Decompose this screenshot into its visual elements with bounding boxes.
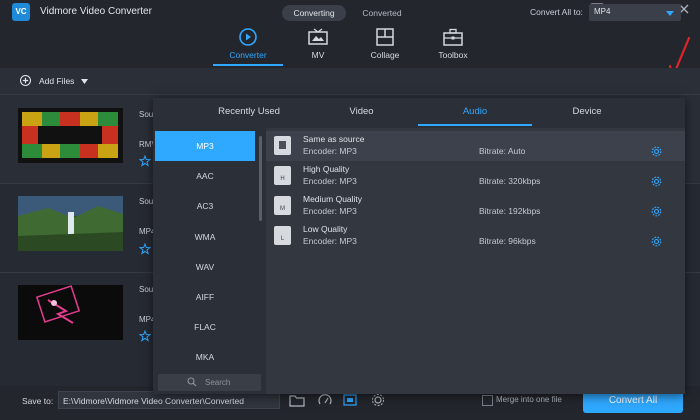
converter-icon — [239, 28, 257, 46]
option-encoder: Encoder: MP3 — [303, 176, 357, 186]
option-bitrate: Bitrate: 320kbps — [479, 176, 541, 186]
search-icon — [187, 377, 197, 387]
tab-video[interactable]: Video — [305, 106, 418, 122]
tab-label: Collage — [370, 50, 400, 60]
plus-icon — [20, 75, 31, 86]
gear-icon[interactable] — [651, 236, 662, 247]
format-item-flac[interactable]: FLAC — [155, 312, 255, 342]
audio-file-icon: M — [274, 196, 291, 215]
enhance-icon[interactable] — [139, 155, 151, 167]
quality-badge: H — [280, 176, 285, 182]
quality-badge: L — [280, 236, 285, 242]
format-item-wav[interactable]: WAV — [155, 252, 255, 282]
tab-label: Toolbox — [438, 50, 468, 60]
format-item-aiff[interactable]: AIFF — [155, 282, 255, 312]
option-name: Same as source — [303, 134, 365, 144]
output-format-value: MP4 — [594, 7, 611, 16]
enhance-icon[interactable] — [139, 243, 151, 255]
format-item-ac3[interactable]: AC3 — [155, 191, 255, 221]
dropdown-arrow-icon[interactable] — [81, 79, 88, 84]
gear-icon[interactable] — [651, 176, 662, 187]
toolbar — [0, 68, 700, 95]
enhance-icon[interactable] — [139, 330, 151, 342]
gear-icon[interactable] — [651, 206, 662, 217]
option-bitrate: Bitrate: 192kbps — [479, 206, 541, 216]
app-logo: VC — [12, 3, 30, 21]
tab-converter[interactable]: Converter — [213, 26, 283, 68]
segment-converting[interactable]: Converting — [282, 5, 346, 21]
hardware-accel-icon[interactable] — [342, 393, 358, 407]
panel-tab-indicator — [418, 124, 532, 126]
add-files-button[interactable]: Add Files — [20, 73, 90, 89]
option-encoder: Encoder: MP3 — [303, 236, 357, 246]
merge-checkbox[interactable] — [482, 395, 493, 406]
file-name: Sou — [139, 197, 154, 206]
format-item-mka[interactable]: MKA — [155, 342, 255, 372]
option-name: Medium Quality — [303, 194, 363, 204]
chevron-down-icon[interactable] — [666, 11, 674, 16]
option-bitrate: Bitrate: 96kbps — [479, 236, 536, 246]
video-thumbnail — [18, 108, 123, 163]
audio-file-icon: L — [274, 226, 291, 245]
search-placeholder: Search — [205, 378, 231, 387]
tab-mv[interactable]: MV — [283, 26, 353, 68]
convert-all-label: Convert All to: — [530, 7, 583, 17]
tab-label: Converter — [229, 50, 267, 60]
toolbox-icon — [443, 28, 463, 46]
option-encoder: Encoder: MP3 — [303, 146, 357, 156]
format-item-mp3[interactable]: MP3 — [155, 131, 255, 161]
tab-label: MV — [311, 50, 325, 60]
video-thumbnail — [18, 285, 123, 340]
active-tab-indicator — [213, 64, 283, 66]
app-title: Vidmore Video Converter — [40, 6, 152, 17]
option-name: High Quality — [303, 164, 350, 174]
file-name: Sou — [139, 285, 154, 294]
gear-icon[interactable] — [651, 146, 662, 157]
tab-collage[interactable]: Collage — [350, 26, 420, 68]
merge-label: Merge into one file — [496, 395, 562, 404]
audio-file-icon — [274, 136, 291, 155]
option-name: Low Quality — [303, 224, 348, 234]
format-item-wma[interactable]: WMA — [155, 222, 255, 252]
add-files-label: Add Files — [39, 76, 75, 86]
speed-icon[interactable] — [317, 393, 333, 407]
tab-recently-used[interactable]: Recently Used — [193, 106, 305, 122]
option-bitrate: Bitrate: Auto — [479, 146, 526, 156]
audio-file-icon: H — [274, 166, 291, 185]
tab-toolbox[interactable]: Toolbox — [418, 26, 488, 68]
folder-icon[interactable] — [289, 393, 305, 407]
format-list-scrollbar[interactable] — [259, 136, 262, 221]
settings-gear-icon[interactable] — [370, 393, 386, 407]
segment-converted[interactable]: Converted — [350, 5, 414, 21]
video-thumbnail — [18, 196, 123, 251]
quality-badge: M — [280, 206, 285, 212]
save-to-label: Save to: — [22, 396, 54, 406]
file-name: Sou — [139, 110, 154, 119]
format-item-aac[interactable]: AAC — [155, 161, 255, 191]
option-encoder: Encoder: MP3 — [303, 206, 357, 216]
tab-audio[interactable]: Audio — [418, 106, 532, 122]
mv-icon — [308, 28, 328, 45]
collage-icon — [376, 28, 394, 46]
tab-device[interactable]: Device — [532, 106, 642, 122]
